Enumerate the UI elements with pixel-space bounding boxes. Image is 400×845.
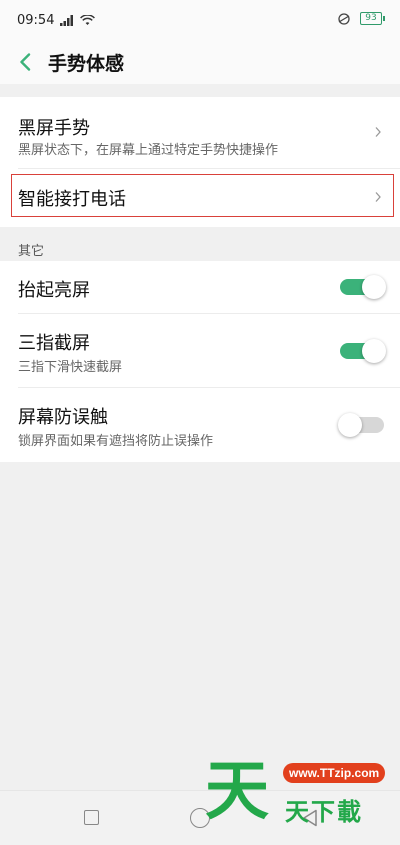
watermark-url: www.TTzip.com — [283, 763, 386, 783]
accidental-touch-subtitle: 锁屏界面如果有遮挡将防止误操作 — [18, 434, 214, 449]
toggle-knob — [362, 275, 386, 299]
volte-icon — [338, 12, 350, 25]
status-time: 09:54 — [17, 12, 55, 28]
chevron-left-icon — [20, 53, 31, 71]
black-screen-gesture-item[interactable]: 黑屏手势 黑屏状态下，在屏幕上通过特定手势快捷操作 — [0, 97, 400, 164]
black-screen-gesture-title: 黑屏手势 — [18, 118, 90, 139]
accidental-touch-toggle[interactable] — [338, 413, 384, 437]
recent-apps-button[interactable] — [84, 810, 99, 825]
status-bar: 09:54 93 — [0, 0, 400, 40]
raise-to-wake-title: 抬起亮屏 — [18, 280, 90, 301]
status-right: 93 — [336, 12, 385, 25]
signal-icon — [60, 14, 74, 26]
chevron-right-icon — [375, 127, 381, 137]
wifi-icon — [80, 14, 96, 25]
three-finger-screenshot-subtitle: 三指下滑快速截屏 — [18, 360, 123, 375]
page-title: 手势体感 — [48, 52, 125, 75]
watermark-logo: 天 — [205, 754, 269, 829]
three-finger-screenshot-toggle[interactable] — [340, 339, 386, 363]
divider — [18, 168, 400, 169]
watermark-text: 天下載 — [285, 798, 363, 826]
accidental-touch-item[interactable]: 屏幕防误触 锁屏界面如果有遮挡将防止误操作 — [0, 388, 400, 462]
three-finger-screenshot-title: 三指截屏 — [18, 333, 90, 354]
raise-to-wake-item[interactable]: 抬起亮屏 — [0, 261, 400, 313]
three-finger-screenshot-item[interactable]: 三指截屏 三指下滑快速截屏 — [0, 314, 400, 387]
highlight-box — [11, 174, 394, 217]
back-button[interactable] — [12, 47, 38, 77]
raise-to-wake-toggle[interactable] — [340, 275, 386, 299]
section-label-other: 其它 — [18, 244, 45, 259]
watermark: 天 www.TTzip.com 天下載 — [205, 752, 400, 844]
battery-indicator: 93 — [360, 12, 385, 25]
status-icons — [60, 14, 96, 26]
toggle-knob — [362, 339, 386, 363]
accidental-touch-title: 屏幕防误触 — [18, 407, 108, 428]
app-header: 手势体感 — [0, 40, 400, 84]
toggle-knob — [338, 413, 362, 437]
black-screen-gesture-subtitle: 黑屏状态下，在屏幕上通过特定手势快捷操作 — [18, 143, 279, 158]
